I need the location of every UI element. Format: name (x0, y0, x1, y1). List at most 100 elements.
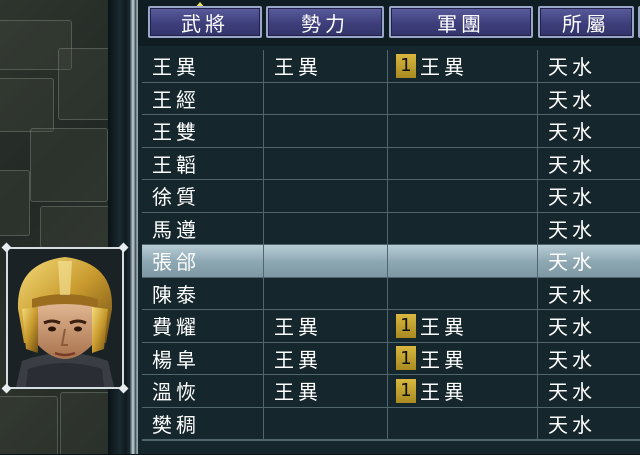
map-tile (60, 392, 110, 454)
officer-name: 馬遵 (142, 212, 264, 244)
city-name: 天水 (538, 278, 640, 310)
city-name: 天水 (538, 310, 640, 342)
city-name-text: 天水 (548, 347, 596, 372)
table-row[interactable]: 王雙 天水 (142, 115, 640, 148)
column-header-belong[interactable]: 所屬 (538, 6, 634, 38)
force-name (264, 82, 388, 114)
table-row[interactable]: 楊阜 王異 1 王異 天水 (142, 342, 640, 375)
officer-name-text: 徐質 (152, 185, 200, 210)
officer-list-panel: 武將 勢力 軍團 所屬 王異 王異 1 王異 天水 王經 天水 王雙 天水 王韜 天水 徐質 天水 馬遵天… (138, 0, 640, 454)
city-name-text: 天水 (548, 55, 596, 80)
panel-frame-edge (130, 0, 136, 454)
officer-name: 陳泰 (142, 277, 264, 309)
force-name: 王異 (264, 50, 388, 82)
officer-name-text: 王韜 (152, 152, 200, 177)
table-row[interactable]: 徐質 天水 (142, 180, 640, 213)
city-name-text: 天水 (548, 87, 596, 112)
city-name: 天水 (538, 213, 640, 245)
table-footer (142, 440, 640, 455)
table-row[interactable]: 費耀 王異 1 王異 天水 (142, 310, 640, 343)
force-name (264, 180, 388, 212)
corps-name: 王異 (420, 315, 468, 340)
officer-name-text: 馬遵 (152, 217, 200, 242)
officer-name: 溫恢 (142, 375, 264, 407)
corps-number-badge: 1 (396, 346, 416, 371)
city-name: 天水 (538, 375, 640, 407)
map-tile (0, 170, 30, 236)
column-header-force[interactable]: 勢力 (266, 6, 384, 38)
corps-cell (388, 212, 538, 244)
corps-cell: 1 王異 (388, 375, 538, 407)
table-row[interactable]: 陳泰 天水 (142, 277, 640, 310)
officer-portrait-icon (8, 249, 122, 387)
column-header-officer[interactable]: 武將 (148, 6, 262, 38)
city-name: 天水 (538, 408, 640, 440)
corps-cell (388, 277, 538, 309)
force-name-text: 王異 (274, 315, 322, 340)
column-header-corps[interactable]: 軍團 (389, 6, 533, 38)
force-name: 王異 (264, 342, 388, 374)
table-row[interactable]: 王經 天水 (142, 82, 640, 115)
officer-name-text: 楊阜 (152, 347, 200, 372)
corps-cell (388, 147, 538, 179)
officer-name-text: 王異 (152, 55, 200, 80)
corps-cell (388, 82, 538, 114)
officer-table-body: 王異 王異 1 王異 天水 王經 天水 王雙 天水 王韜 天水 徐質 天水 馬遵 天水 張郃 天水 陳泰 天水 費耀王… (142, 50, 640, 440)
officer-name: 費耀 (142, 310, 264, 342)
officer-name: 王經 (142, 82, 264, 114)
force-name-text: 王異 (274, 347, 322, 372)
city-name-text: 天水 (548, 315, 596, 340)
officer-name: 樊稠 (142, 407, 264, 439)
force-name-text: 王異 (274, 380, 322, 405)
table-row[interactable]: 馬遵 天水 (142, 212, 640, 245)
force-name (264, 212, 388, 244)
table-header: 武將 勢力 軍團 所屬 (138, 0, 640, 46)
city-name-text: 天水 (548, 412, 596, 437)
map-tile (0, 78, 54, 132)
corps-cell: 1 王異 (388, 310, 538, 342)
city-name: 天水 (538, 343, 640, 375)
force-name: 王異 (264, 310, 388, 342)
officer-name-text: 費耀 (152, 315, 200, 340)
city-name: 天水 (538, 180, 640, 212)
force-name (264, 245, 388, 277)
corps-name: 王異 (420, 380, 468, 405)
city-name: 天水 (538, 245, 640, 277)
officer-portrait (1, 242, 129, 394)
officer-name-text: 陳泰 (152, 282, 200, 307)
table-row[interactable]: 樊稠 天水 (142, 407, 640, 440)
corps-number-badge: 1 (396, 378, 416, 403)
city-name-text: 天水 (548, 380, 596, 405)
officer-name: 王雙 (142, 115, 264, 147)
officer-name: 楊阜 (142, 342, 264, 374)
table-row[interactable]: 王韜 天水 (142, 147, 640, 180)
force-name-text: 王異 (274, 55, 322, 80)
map-tile (0, 396, 58, 454)
table-row[interactable]: 張郃 天水 (142, 245, 640, 278)
corps-cell (388, 180, 538, 212)
corps-cell (388, 407, 538, 439)
officer-name: 王異 (142, 50, 264, 82)
city-name-text: 天水 (548, 282, 596, 307)
officer-name: 張郃 (142, 245, 264, 277)
officer-name-text: 王雙 (152, 120, 200, 145)
city-name-text: 天水 (548, 120, 596, 145)
force-name (264, 147, 388, 179)
officer-name-text: 溫恢 (152, 380, 200, 405)
corps-name: 王異 (420, 55, 468, 80)
corps-number-badge: 1 (396, 313, 416, 338)
officer-name-text: 張郃 (152, 250, 200, 275)
table-row[interactable]: 溫恢 王異 1 王異 天水 (142, 375, 640, 408)
corps-cell: 1 王異 (388, 342, 538, 374)
corps-number-badge: 1 (396, 53, 416, 78)
officer-name: 徐質 (142, 180, 264, 212)
city-name: 天水 (538, 50, 640, 82)
city-name: 天水 (538, 148, 640, 180)
city-name-text: 天水 (548, 152, 596, 177)
force-name (264, 277, 388, 309)
force-name: 王異 (264, 375, 388, 407)
officer-name-text: 王經 (152, 87, 200, 112)
table-row[interactable]: 王異 王異 1 王異 天水 (142, 50, 640, 83)
city-name-text: 天水 (548, 250, 596, 275)
force-name (264, 115, 388, 147)
